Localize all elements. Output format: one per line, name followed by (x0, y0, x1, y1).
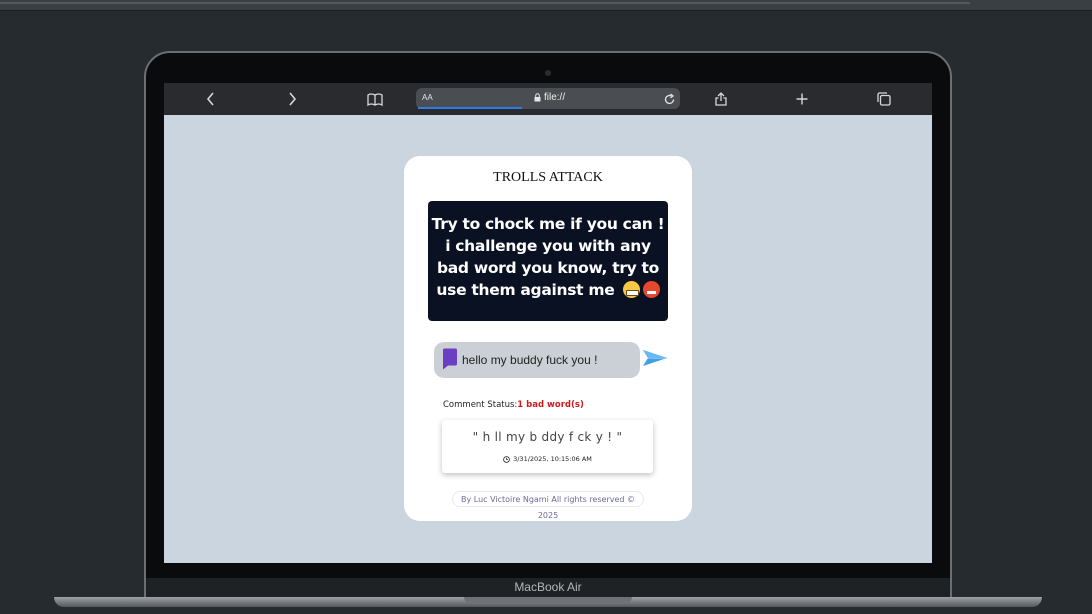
tabs-overview-button[interactable] (869, 83, 899, 115)
share-button[interactable] (706, 83, 736, 115)
page-load-progress (418, 107, 522, 109)
camera-icon (545, 70, 551, 76)
comment-status: Comment Status:1 bad word(s) (443, 400, 584, 410)
back-icon (206, 92, 214, 106)
share-icon (715, 92, 727, 106)
bad-word-count: 1 bad word(s) (517, 400, 584, 410)
comment-input[interactable] (462, 342, 638, 378)
browser-toolbar: AA file:// (164, 83, 932, 115)
browser-screen: AA file:// TROLLS ATTACK Try to chock me… (164, 83, 932, 563)
censored-comment: " h ll my b ddy f ck y ! " (472, 430, 623, 444)
challenge-banner: Try to chock me if you can ! i challenge… (428, 201, 668, 321)
trolls-card: TROLLS ATTACK Try to chock me if you can… (404, 156, 692, 521)
address-bar[interactable]: AA file:// (416, 88, 680, 109)
comment-input-wrapper (434, 342, 640, 378)
timestamp-text: 3/31/2025, 10:15:06 AM (513, 455, 592, 463)
new-tab-icon (796, 93, 808, 105)
laptop-opening-notch (464, 597, 632, 603)
clock-icon (503, 455, 510, 463)
url-text: file:// (544, 92, 566, 103)
bookmarks-button[interactable] (360, 83, 390, 115)
chat-bubble-icon (443, 348, 457, 370)
top-strip-line (0, 2, 970, 4)
grinning-emoji-icon (622, 281, 640, 298)
reload-button[interactable] (663, 91, 676, 110)
forward-icon (289, 92, 297, 106)
new-tab-button[interactable] (787, 83, 817, 115)
page-title: TROLLS ATTACK (493, 170, 603, 185)
send-icon[interactable] (642, 348, 668, 368)
footer-credits: By Luc Victoire Ngami All rights reserve… (452, 491, 644, 520)
back-button[interactable] (196, 83, 226, 115)
reader-button[interactable]: AA (422, 93, 433, 102)
url-display[interactable]: file:// (534, 92, 565, 103)
reload-icon (664, 93, 675, 105)
lock-icon (534, 93, 541, 102)
angry-emoji-icon (642, 281, 660, 298)
desktop-top-strip (0, 0, 1092, 11)
screen-bottom-bezel (164, 563, 932, 579)
bookmarks-icon (367, 92, 383, 106)
comment-timestamp: 3/31/2025, 10:15:06 AM (442, 455, 653, 463)
status-label: Comment Status: (443, 400, 518, 410)
forward-button[interactable] (277, 83, 307, 115)
comment-card: " h ll my b ddy f ck y ! " 3/31/2025, 10… (442, 420, 653, 473)
tabs-icon (877, 92, 891, 106)
device-brand: MacBook Air (514, 580, 582, 594)
